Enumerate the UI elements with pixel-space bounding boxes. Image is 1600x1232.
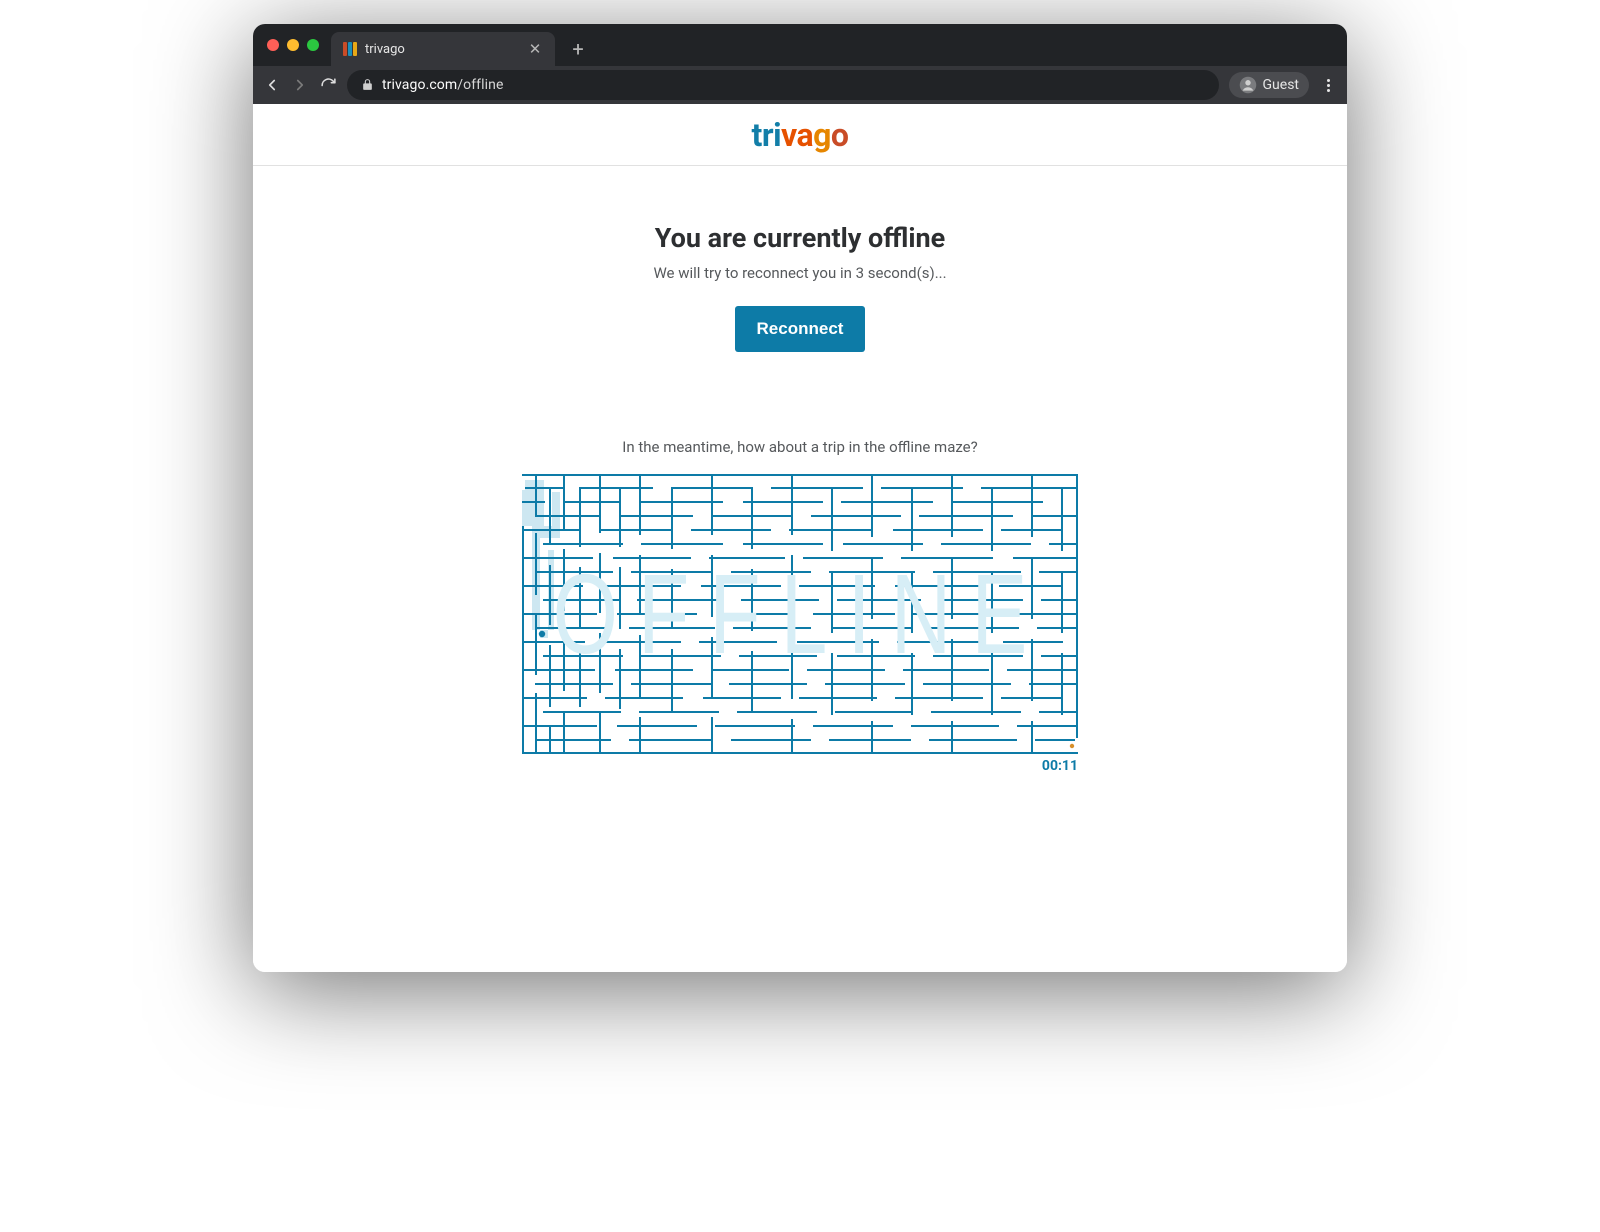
reload-button[interactable] xyxy=(319,76,337,94)
site-header: trivago xyxy=(253,104,1347,166)
offline-subline: We will try to reconnect you in 3 second… xyxy=(253,264,1347,282)
window-maximize-button[interactable] xyxy=(307,39,319,51)
browser-tab[interactable]: trivago ✕ xyxy=(331,32,555,66)
browser-toolbar: trivago.com/offline Guest xyxy=(253,66,1347,104)
maze-intro-text: In the meantime, how about a trip in the… xyxy=(253,438,1347,456)
titlebar: trivago ✕ + xyxy=(253,24,1347,66)
address-bar[interactable]: trivago.com/offline xyxy=(347,70,1219,100)
maze-game[interactable]: OFFLINE xyxy=(522,474,1078,754)
browser-menu-button[interactable] xyxy=(1319,79,1337,92)
back-button[interactable] xyxy=(263,76,281,94)
window-controls xyxy=(267,24,331,66)
profile-label: Guest xyxy=(1263,77,1299,93)
trivago-logo[interactable]: trivago xyxy=(752,119,849,151)
tab-favicon-trivago-icon xyxy=(343,42,357,56)
maze-icon xyxy=(522,474,1078,754)
window-close-button[interactable] xyxy=(267,39,279,51)
profile-button[interactable]: Guest xyxy=(1229,72,1309,98)
window-minimize-button[interactable] xyxy=(287,39,299,51)
url-text: trivago.com/offline xyxy=(382,77,504,93)
new-tab-button[interactable]: + xyxy=(561,32,595,66)
avatar-icon xyxy=(1239,76,1257,94)
offline-headline: You are currently offline xyxy=(253,222,1347,254)
forward-button[interactable] xyxy=(291,76,309,94)
browser-window: trivago ✕ + xyxy=(253,24,1347,972)
page-content: trivago You are currently offline We wil… xyxy=(253,104,1347,972)
maze-timer: 00:11 xyxy=(522,758,1078,774)
reconnect-button[interactable]: Reconnect xyxy=(735,306,866,352)
tab-title: trivago xyxy=(365,42,519,57)
tab-close-button[interactable]: ✕ xyxy=(527,40,543,58)
lock-icon xyxy=(361,76,374,95)
